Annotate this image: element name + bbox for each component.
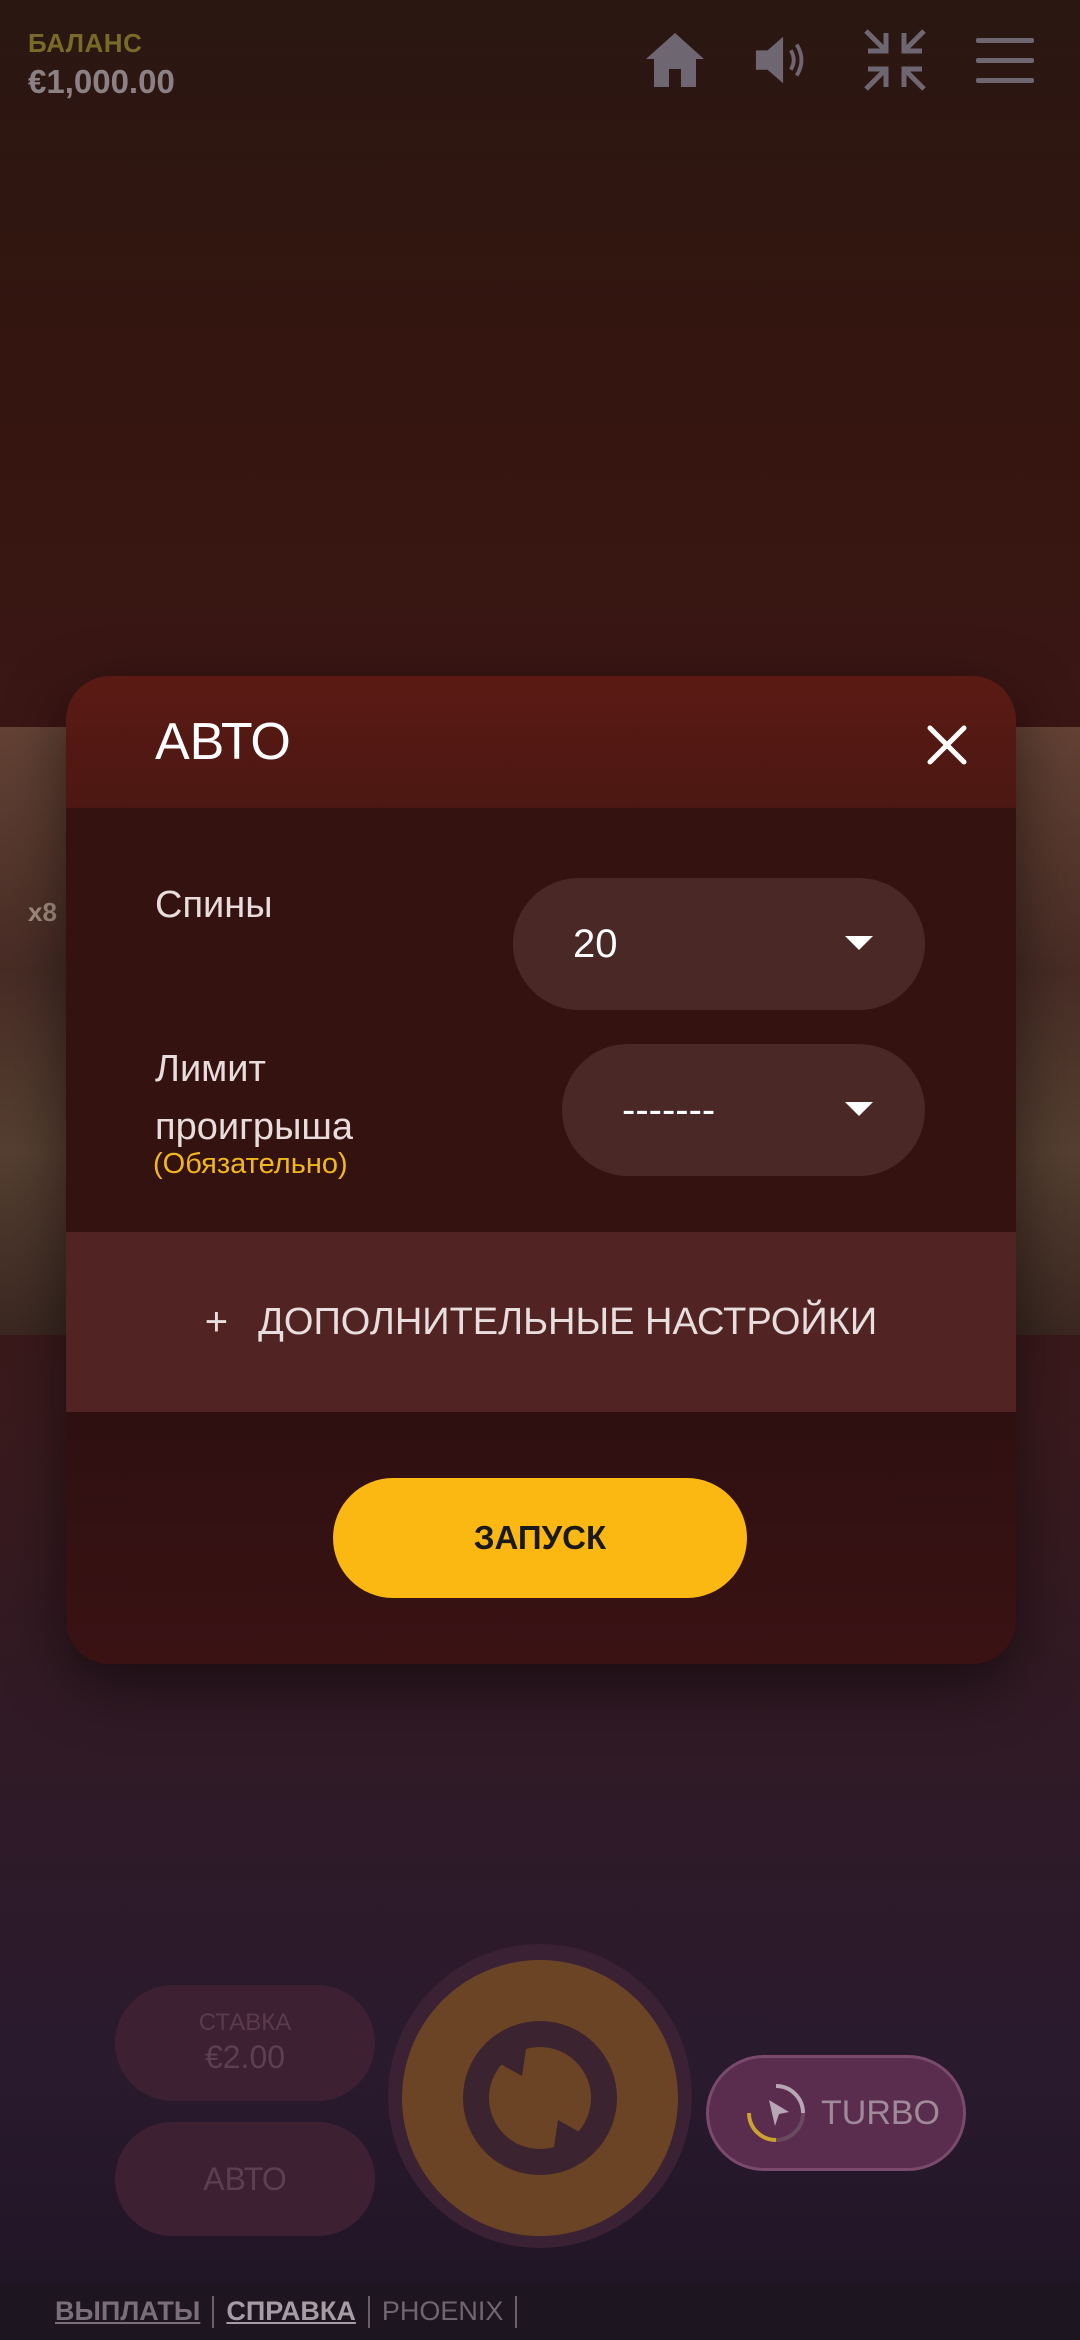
- payouts-link[interactable]: ВЫПЛАТЫ: [55, 2296, 200, 2327]
- close-button[interactable]: [920, 718, 974, 772]
- spins-select[interactable]: 20: [513, 878, 925, 1010]
- modal-title: АВТО: [155, 713, 291, 771]
- required-note: (Обязательно): [153, 1148, 348, 1180]
- footer-separator: [515, 2295, 518, 2328]
- chevron-down-icon: [845, 1102, 873, 1116]
- footer-separator: [367, 2295, 370, 2328]
- plus-icon: +: [204, 1299, 229, 1344]
- spin-button[interactable]: [402, 1960, 678, 2236]
- turbo-button[interactable]: TURBO: [706, 2055, 966, 2171]
- bet-value: €2.00: [204, 2039, 286, 2075]
- advanced-settings-toggle[interactable]: + ДОПОЛНИТЕЛЬНЫЕ НАСТРОЙКИ: [66, 1232, 1016, 1412]
- loss-limit-value: -------: [622, 1087, 716, 1132]
- bet-button[interactable]: СТАВКА €2.00: [115, 1985, 375, 2101]
- turbo-icon: [747, 2084, 805, 2142]
- footer-separator: [212, 2295, 215, 2328]
- spins-value: 20: [573, 921, 618, 966]
- advanced-settings-label: ДОПОЛНИТЕЛЬНЫЕ НАСТРОЙКИ: [258, 1300, 878, 1343]
- modal-body: Спины 20 Лимит проигрыша (Обязательно) -…: [66, 808, 1016, 1232]
- turbo-label: TURBO: [821, 2093, 940, 2132]
- modal-header: АВТО: [66, 676, 1016, 808]
- balance-value: €1,000.00: [28, 63, 175, 100]
- loss-limit-label: Лимит проигрыша: [155, 1048, 353, 1148]
- menu-icon[interactable]: [974, 28, 1036, 92]
- close-icon: [927, 725, 967, 765]
- sound-icon[interactable]: [754, 28, 816, 92]
- chevron-down-icon: [845, 936, 873, 950]
- footer-links: ВЫПЛАТЫ СПРАВКА PHOENIX: [0, 2283, 1080, 2340]
- help-link[interactable]: СПРАВКА: [226, 2296, 356, 2327]
- auto-play-modal: АВТО Спины 20 Лимит проигрыша (Обязатель…: [66, 676, 1016, 1664]
- top-toolbar: [644, 28, 1036, 92]
- balance: БАЛАНС €1,000.00: [28, 28, 175, 101]
- launch-button[interactable]: ЗАПУСК: [333, 1478, 747, 1598]
- modal-footer: ЗАПУСК: [66, 1412, 1016, 1664]
- loss-limit-select[interactable]: -------: [562, 1044, 925, 1176]
- home-icon[interactable]: [644, 28, 706, 92]
- scene-multiplier: x8: [28, 897, 57, 927]
- bet-label: СТАВКА: [198, 2009, 292, 2036]
- spins-label: Спины: [155, 884, 273, 926]
- brand-name: PHOENIX: [381, 2296, 504, 2326]
- exit-fullscreen-icon[interactable]: [864, 28, 926, 92]
- auto-button[interactable]: АВТО: [115, 2122, 375, 2236]
- refresh-icon: [463, 2021, 617, 2175]
- balance-label: БАЛАНС: [28, 28, 143, 58]
